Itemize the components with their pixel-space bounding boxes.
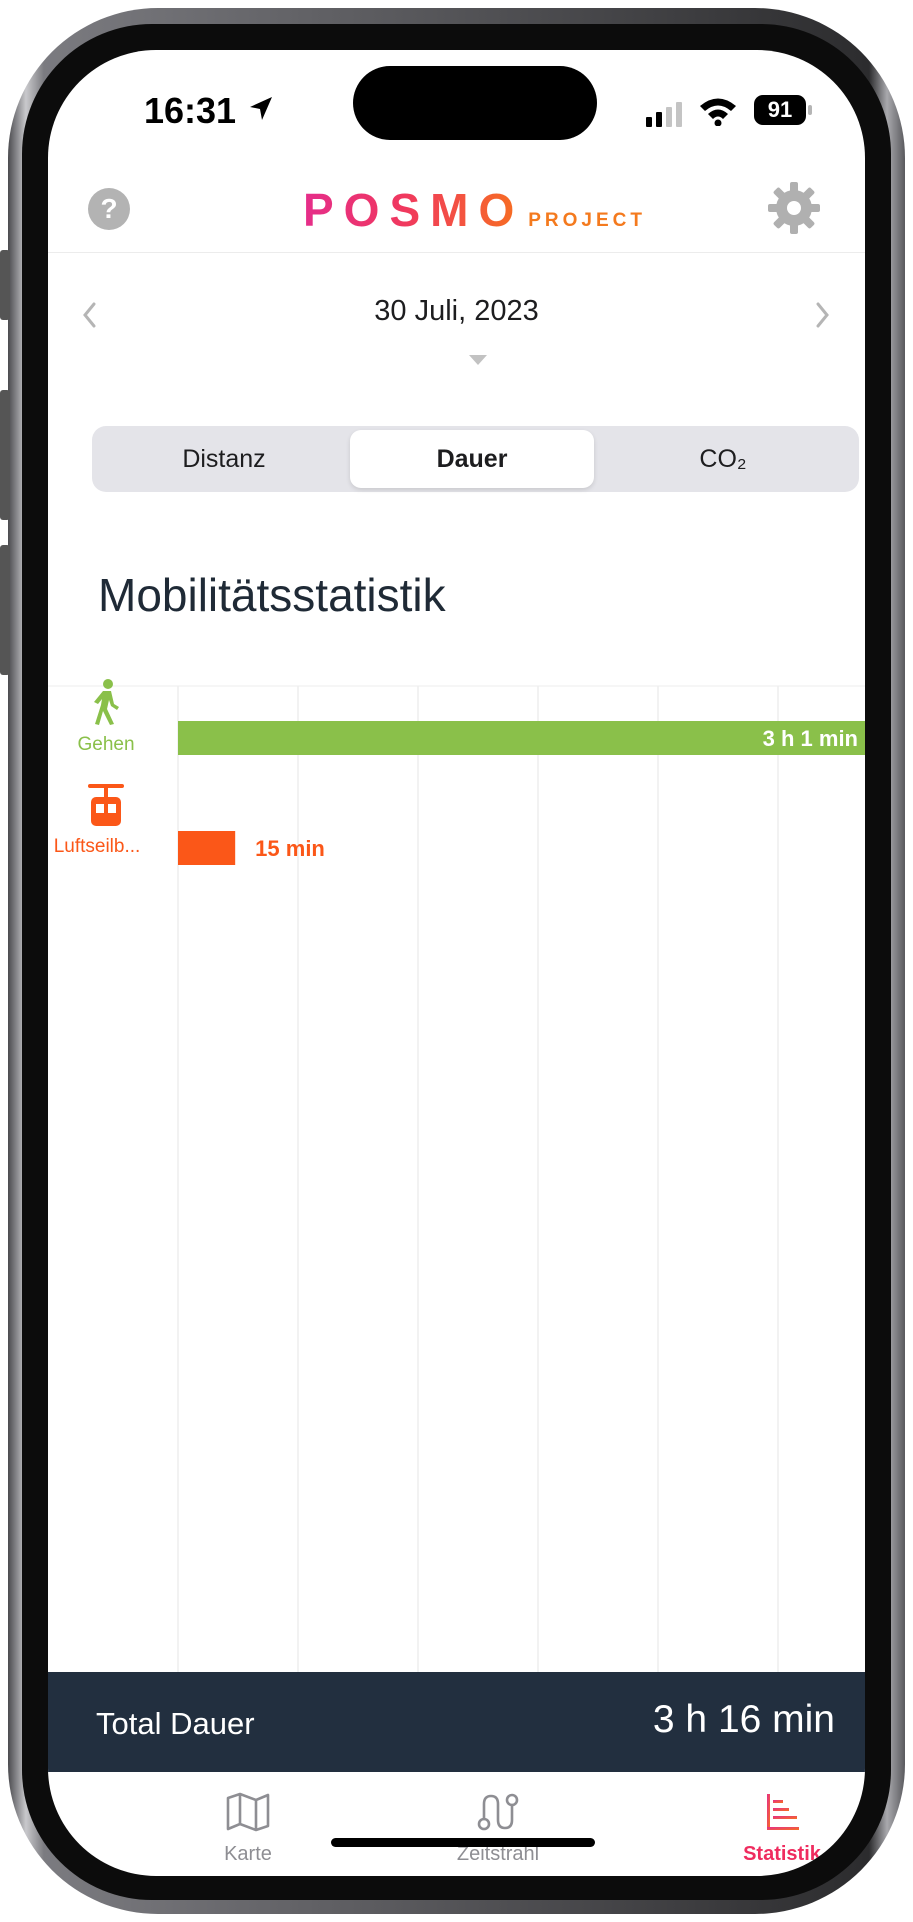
chart-value-label: 15 min xyxy=(255,836,325,861)
mobility-chart: 3 h 1 min 15 min Gehen Luftseilb... xyxy=(48,670,865,1672)
metric-segmented-control: Distanz Dauer CO₂ xyxy=(92,426,859,492)
date-label[interactable]: 30 Juli, 2023 xyxy=(48,295,865,328)
bar-chart-icon xyxy=(767,1794,799,1830)
tab-statistik-label: Statistik xyxy=(743,1843,821,1865)
battery-nub xyxy=(808,105,812,115)
caret-down-icon[interactable] xyxy=(468,353,488,367)
cable-car-icon xyxy=(88,784,124,826)
phone-volume-up xyxy=(0,390,10,520)
battery-indicator: 91 xyxy=(754,95,806,125)
segment-distanz[interactable]: Distanz xyxy=(96,430,352,488)
segment-co2[interactable]: CO₂ xyxy=(592,430,854,488)
wifi-icon xyxy=(700,98,736,126)
walking-icon xyxy=(94,679,119,725)
posmo-logo: POSMO PROJECT xyxy=(303,183,646,237)
chevron-right-icon[interactable] xyxy=(812,300,832,330)
home-indicator xyxy=(331,1838,595,1847)
tab-zeitstrahl[interactable]: Zeitstrahl xyxy=(408,1792,588,1866)
segment-dauer[interactable]: Dauer xyxy=(350,430,594,488)
phone-action-button xyxy=(0,250,10,320)
logo-main-text: POSMO xyxy=(303,184,525,236)
cellular-signal-icon xyxy=(646,102,682,127)
location-arrow-icon xyxy=(250,97,272,120)
mode-label-walking: Gehen xyxy=(77,734,135,755)
dynamic-island xyxy=(353,66,597,140)
tab-statistik[interactable]: Statistik xyxy=(692,1792,865,1866)
chart-canvas: 3 h 1 min 15 min xyxy=(48,685,865,1672)
status-time: 16:31 xyxy=(144,90,237,131)
total-value: 3 h 16 min xyxy=(652,1698,835,1741)
header-divider xyxy=(48,252,865,253)
gear-icon[interactable] xyxy=(766,180,822,236)
tab-karte[interactable]: Karte xyxy=(158,1792,338,1866)
tab-karte-label: Karte xyxy=(224,1843,272,1865)
map-icon xyxy=(226,1792,270,1832)
logo-sub-text: PROJECT xyxy=(528,210,646,231)
total-label: Total Dauer xyxy=(96,1706,255,1741)
section-title: Mobilitätsstatistik xyxy=(98,569,446,621)
timeline-icon xyxy=(477,1793,519,1831)
chart-bar-cable-car[interactable] xyxy=(178,831,236,865)
mode-label-cable-car: Luftseilb... xyxy=(53,836,141,857)
app-screen: 16:31 91 ? POSMO PROJECT 30 Juli, 2023 D… xyxy=(48,50,865,1876)
chart-value-label: 3 h 1 min xyxy=(763,726,858,751)
help-button[interactable]: ? xyxy=(88,188,130,230)
total-summary-bar: Total Dauer 3 h 16 min xyxy=(48,1672,865,1772)
phone-volume-down xyxy=(0,545,10,675)
